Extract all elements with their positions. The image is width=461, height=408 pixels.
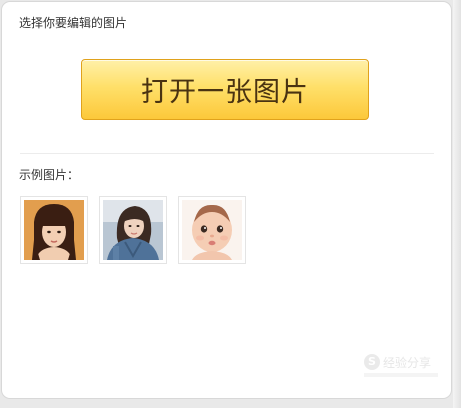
- sample-thumb-woman[interactable]: [99, 196, 167, 264]
- divider: [20, 153, 434, 154]
- scrollbar-edge[interactable]: [453, 0, 461, 408]
- watermark-logo-icon: S: [364, 354, 380, 370]
- sample-images-label: 示例图片：: [19, 168, 80, 182]
- woman-selfie-photo: [103, 200, 163, 260]
- girl-portrait-photo: [24, 200, 84, 260]
- sample-thumb-baby[interactable]: [178, 196, 246, 264]
- editor-panel: 选择你要编辑的图片 打开一张图片 示例图片： S 经验分享: [1, 1, 452, 399]
- baby-portrait-photo: [182, 200, 242, 260]
- site-watermark: S 经验分享: [364, 353, 440, 383]
- sample-thumb-girl[interactable]: [20, 196, 88, 264]
- watermark-underline: [364, 373, 438, 377]
- open-image-button[interactable]: 打开一张图片: [81, 59, 369, 120]
- instruction-text: 选择你要编辑的图片: [19, 16, 128, 30]
- watermark-text: 经验分享: [383, 356, 432, 370]
